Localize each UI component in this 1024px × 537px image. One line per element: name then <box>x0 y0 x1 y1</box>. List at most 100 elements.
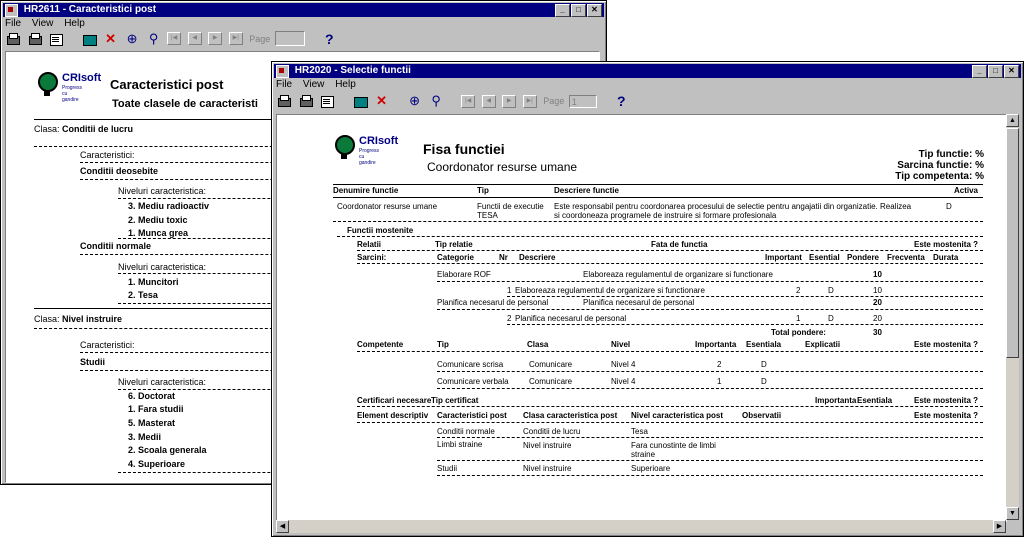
menu-view[interactable]: View <box>303 79 325 90</box>
menu-help[interactable]: Help <box>64 18 85 29</box>
certificari-mostenita: Este mostenita ? <box>913 396 978 405</box>
level-item: 1. Muncitori <box>128 277 179 287</box>
zoom-in-icon[interactable]: ⊕ <box>407 94 423 108</box>
sarcina-item-descriere: Elaboreaza regulamentul de organizare si… <box>515 286 705 295</box>
page-setup-icon[interactable] <box>48 32 64 46</box>
competenta-esentiala: D <box>761 377 767 386</box>
competente-label: Competente <box>357 340 404 349</box>
vertical-scrollbar[interactable]: ▲ ▼ <box>1006 114 1019 520</box>
menu-file[interactable]: File <box>5 18 21 29</box>
print-setup-icon[interactable] <box>27 32 43 46</box>
menu-view[interactable]: View <box>32 18 54 29</box>
competenta-nivel: Nivel 4 <box>611 377 636 386</box>
maximize-button[interactable]: □ <box>988 65 1003 78</box>
level-item: 2. Scoala generala <box>128 445 207 455</box>
report-title: Caracteristici post <box>110 77 224 92</box>
zoom-in-icon[interactable]: ⊕ <box>124 31 140 46</box>
close-button[interactable]: ✕ <box>1004 65 1019 78</box>
export-icon[interactable] <box>352 94 369 108</box>
level-item: 5. Masterat <box>128 418 176 428</box>
page-input[interactable]: 1 <box>568 94 597 108</box>
horizontal-scrollbar[interactable]: ◀ ▶ <box>276 520 1006 533</box>
competenta-nivel: Nivel 4 <box>611 360 636 369</box>
col-activa: Activa <box>953 186 978 195</box>
toolbar-separator <box>450 94 456 108</box>
title-bar[interactable]: HR2020 - Selectie functii _ □ ✕ <box>274 64 1021 78</box>
scroll-down-icon[interactable]: ▼ <box>1006 507 1019 520</box>
page-label: Page <box>249 33 271 44</box>
sarcini-descriere: Descriere <box>519 253 556 262</box>
minimize-button[interactable]: _ <box>555 4 570 17</box>
sarcini-durata: Durata <box>933 253 959 262</box>
element-caract: Conditii normale <box>437 427 495 436</box>
print-icon[interactable] <box>5 32 21 46</box>
next-page-icon[interactable]: ▶ <box>208 32 223 45</box>
element-nivel: Tesa <box>631 427 648 436</box>
previous-page-icon[interactable]: ◀ <box>481 94 496 108</box>
zoom-out-icon[interactable]: ⚲ <box>428 94 444 108</box>
elemente-label: Element descriptiv <box>357 411 429 420</box>
element-nivel: Superioare <box>631 464 671 473</box>
window-title: HR2611 - Caracteristici post <box>23 4 157 15</box>
class-name: Conditii de lucru <box>62 124 133 134</box>
print-setup-icon[interactable] <box>298 94 314 108</box>
maximize-button[interactable]: □ <box>571 4 586 17</box>
print-icon[interactable] <box>276 94 292 108</box>
elemente-clasa: Clasa caracteristica post <box>523 411 618 420</box>
report-subtitle: Toate clasele de caracteristi <box>112 98 258 110</box>
last-page-icon[interactable]: ▶| <box>522 94 537 108</box>
first-page-icon[interactable]: |◀ <box>167 32 182 45</box>
page-setup-icon[interactable] <box>319 94 335 108</box>
minimize-button[interactable]: _ <box>972 65 987 78</box>
window-selectie-functii[interactable]: HR2020 - Selectie functii _ □ ✕ File View … <box>271 61 1024 537</box>
help-icon[interactable]: ? <box>613 94 629 108</box>
tip-competenta: Tip competenta: % <box>895 171 984 182</box>
toolbar-separator <box>395 94 401 108</box>
previous-page-icon[interactable]: ◀ <box>187 32 202 45</box>
competenta-importanta: 2 <box>717 360 722 369</box>
element-nivel: Fara cunostinte de limbi <box>631 441 716 450</box>
sarcina-categorie: Planifica necesarul de personal <box>437 298 549 307</box>
sarcina-item-descriere: Planifica necesarul de personal <box>515 314 627 323</box>
close-report-icon[interactable]: ✕ <box>374 94 390 108</box>
scroll-thumb[interactable] <box>1006 128 1019 358</box>
logo-name: CRIsoft <box>62 72 102 84</box>
scroll-right-icon[interactable]: ▶ <box>993 520 1006 533</box>
menu-help[interactable]: Help <box>335 79 356 90</box>
report-area[interactable]: CRIsoft Progress cu gandire Fisa functie… <box>276 114 1007 522</box>
help-icon[interactable]: ? <box>321 32 337 46</box>
logo-name: CRIsoft <box>359 135 399 147</box>
next-page-icon[interactable]: ▶ <box>502 94 517 108</box>
first-page-icon[interactable]: |◀ <box>461 94 476 108</box>
class-label: Clasa: <box>34 124 60 134</box>
sarcina-nr: 2 <box>507 314 512 323</box>
close-report-icon[interactable]: ✕ <box>103 31 119 46</box>
sarcina-nr: 1 <box>507 286 512 295</box>
functie-descriere: Este responsabil pentru coordonarea proc… <box>554 202 912 211</box>
export-icon[interactable] <box>81 32 98 46</box>
scroll-left-icon[interactable]: ◀ <box>276 520 289 533</box>
sarcina-descriere: Elaboreaza regulamentul de organizare si… <box>583 270 773 279</box>
competente-tip: Tip <box>437 340 449 349</box>
level-item: 3. Medii <box>128 432 162 442</box>
logo-tagline: Progress cu gandire <box>359 148 380 166</box>
scroll-up-icon[interactable]: ▲ <box>1006 114 1019 127</box>
menu-file[interactable]: File <box>276 79 292 90</box>
class-name: Nivel instruire <box>62 314 123 324</box>
last-page-icon[interactable]: ▶| <box>228 32 243 45</box>
elemente-mostenita: Este mostenita ? <box>913 411 978 420</box>
title-bar[interactable]: HR2611 - Caracteristici post _ □ ✕ <box>3 3 604 17</box>
col-descriere: Descriere functie <box>554 186 619 195</box>
char-name: Studii <box>80 357 105 367</box>
competenta-tip: Comunicare verbala <box>437 377 509 386</box>
page-input[interactable] <box>274 31 305 46</box>
sarcina-item-pondere: 10 <box>873 286 882 295</box>
elemente-observatii: Observatii <box>742 411 782 420</box>
level-item: 4. Superioare <box>128 459 186 469</box>
sarcina-item-pondere: 20 <box>873 314 882 323</box>
page-label: Page <box>543 96 565 106</box>
caracteristici-label: Caracteristici: <box>80 150 135 160</box>
caracteristici-label: Caracteristici: <box>80 340 135 350</box>
zoom-out-icon[interactable]: ⚲ <box>146 31 162 46</box>
close-button[interactable]: ✕ <box>587 4 602 17</box>
